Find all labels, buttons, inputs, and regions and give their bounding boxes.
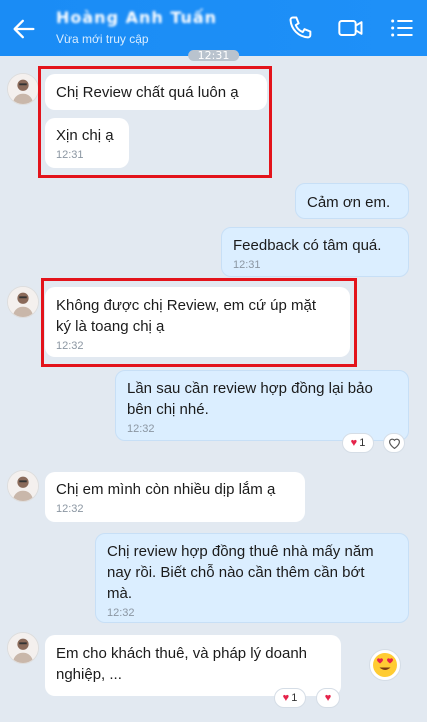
- heart-outline-icon: [388, 438, 400, 449]
- incoming-message[interactable]: Chị em mình còn nhiều dịp lắm ạ 12:32: [45, 472, 305, 522]
- menu-list-icon[interactable]: [388, 14, 416, 42]
- message-text: mà.: [107, 585, 133, 602]
- message-text: nay rồi. Biết chỗ nào cần thêm cần bớt: [107, 564, 365, 581]
- contact-avatar[interactable]: [7, 73, 39, 105]
- message-text: Feedback có tâm quá.: [233, 237, 382, 254]
- phone-call-icon[interactable]: [287, 14, 315, 42]
- contact-avatar[interactable]: [7, 470, 39, 502]
- message-text: Em cho khách thuê, và pháp lý doanh: [56, 645, 308, 662]
- reaction-count[interactable]: ♥ 1: [342, 433, 374, 453]
- contact-avatar[interactable]: [7, 286, 39, 318]
- outgoing-message[interactable]: Feedback có tâm quá. 12:31: [221, 227, 409, 277]
- message-text: Cảm ơn em.: [307, 194, 391, 211]
- message-time: 12:32: [56, 503, 84, 515]
- message-time: 12:32: [107, 607, 135, 619]
- contact-avatar[interactable]: [7, 632, 39, 664]
- outgoing-message[interactable]: Chị review hợp đồng thuê nhà mấy năm nay…: [95, 533, 409, 623]
- online-status: Vừa mới truy cập: [56, 32, 149, 46]
- heart-eyes-emoji-icon: [373, 653, 397, 677]
- message-text: nghiệp, ...: [56, 666, 122, 683]
- reaction-number: 1: [291, 692, 298, 704]
- contact-info[interactable]: Hoàng Anh Tuấn Vừa mới truy cập: [56, 8, 217, 46]
- highlight-box: [41, 278, 357, 367]
- incoming-message[interactable]: Em cho khách thuê, và pháp lý doanh nghi…: [45, 635, 341, 696]
- heart-icon: ♥: [282, 692, 290, 704]
- heart-react-button[interactable]: ♥: [316, 688, 340, 708]
- message-time: 12:31: [233, 259, 261, 271]
- heart-icon: ♥: [350, 437, 358, 449]
- outgoing-message[interactable]: Lần sau cần review hợp đồng lại bảo bên …: [115, 370, 409, 441]
- message-text: Lần sau cần review hợp đồng lại bảo: [127, 380, 373, 397]
- date-separator-timestamp: 12:31: [187, 50, 240, 61]
- chat-header: Hoàng Anh Tuấn Vừa mới truy cập: [0, 0, 427, 56]
- contact-name: Hoàng Anh Tuấn: [56, 8, 218, 27]
- reaction-number: 1: [359, 437, 366, 449]
- outgoing-message[interactable]: Cảm ơn em.: [295, 183, 409, 219]
- back-arrow-icon[interactable]: [10, 15, 38, 43]
- message-text: Chị em mình còn nhiều dịp lắm ạ: [56, 481, 276, 498]
- reaction-count[interactable]: ♥ 1: [274, 688, 306, 708]
- highlight-box: [38, 66, 272, 178]
- message-text: bên chị nhé.: [127, 401, 209, 418]
- heart-icon: ♥: [324, 692, 332, 704]
- message-text: Chị review hợp đồng thuê nhà mấy năm: [107, 543, 374, 560]
- heart-eyes-emoji-icon[interactable]: [369, 649, 401, 681]
- react-button[interactable]: [383, 433, 405, 453]
- video-call-icon[interactable]: [337, 14, 365, 42]
